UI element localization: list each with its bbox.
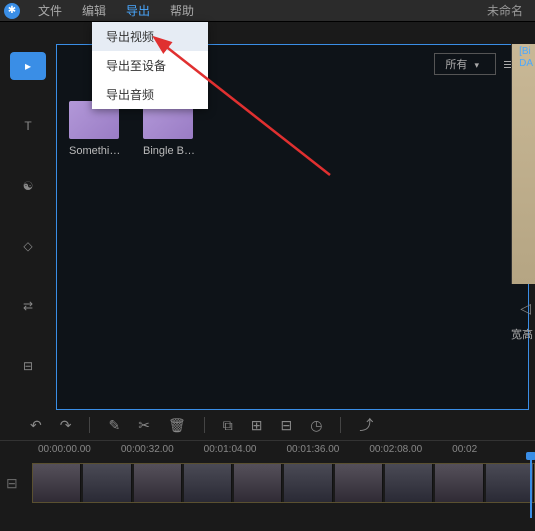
menu-help[interactable]: 帮助 <box>160 0 204 22</box>
text-tab-icon[interactable]: T <box>10 112 46 140</box>
clip[interactable] <box>486 464 534 502</box>
grid-icon[interactable]: ⊟ <box>280 417 292 434</box>
menu-edit[interactable]: 编辑 <box>72 0 116 22</box>
separator <box>340 417 341 433</box>
share-icon[interactable]: ⤴ <box>359 415 373 435</box>
clip[interactable] <box>335 464 383 502</box>
clip[interactable] <box>83 464 131 502</box>
ruler-tick: 00:01:36.00 <box>286 444 369 455</box>
clip[interactable] <box>234 464 282 502</box>
left-tool-rail: ▸ T ☯ ◇ ⇄ ⊟ <box>0 22 56 410</box>
filter-select[interactable]: 所有 ▾ <box>434 53 496 75</box>
filter-label: 所有 <box>445 59 467 71</box>
export-dropdown: 导出视频 导出至设备 导出音频 <box>92 22 208 109</box>
media-thumb[interactable]: Something... <box>69 101 123 157</box>
clip[interactable] <box>184 464 232 502</box>
app-logo-icon: ✱ <box>4 3 20 19</box>
clip-tab-icon[interactable]: ⊟ <box>10 352 46 380</box>
export-video-item[interactable]: 导出视频 <box>92 22 208 51</box>
clip[interactable] <box>33 464 81 502</box>
export-device-item[interactable]: 导出至设备 <box>92 51 208 80</box>
menubar: ✱ 文件 编辑 导出 帮助 未命名 <box>0 0 535 22</box>
clip[interactable] <box>385 464 433 502</box>
cut-icon[interactable]: ✂ <box>138 417 150 434</box>
playhead[interactable] <box>530 458 532 518</box>
ruler-tick: 00:02:08.00 <box>369 444 452 455</box>
menu-export[interactable]: 导出 <box>116 0 160 22</box>
edit-toolbar: ↶ ↷ ✎ ✂ 🗑 ⧉ ⊞ ⊟ ◷ ⤴ <box>0 410 535 440</box>
separator <box>204 417 205 433</box>
menu-file[interactable]: 文件 <box>28 0 72 22</box>
chevron-down-icon: ▾ <box>474 60 479 70</box>
ruler-tick: 00:00:00.00 <box>38 444 121 455</box>
clip[interactable] <box>435 464 483 502</box>
thumb-label: Bingle Ban... <box>143 145 197 157</box>
clip[interactable] <box>134 464 182 502</box>
thumb-label: Something... <box>69 145 123 157</box>
preview-tag: [BiDA <box>517 44 535 72</box>
delete-icon[interactable]: 🗑 <box>168 417 186 434</box>
preview-pane <box>511 44 535 284</box>
export-audio-item[interactable]: 导出音频 <box>92 80 208 109</box>
media-thumb[interactable]: Bingle Ban... <box>143 101 197 157</box>
transition-tab-icon[interactable]: ⇄ <box>10 292 46 320</box>
layers-tab-icon[interactable]: ◇ <box>10 232 46 260</box>
timeline-track: ⊟ <box>0 458 535 508</box>
edit-icon[interactable]: ✎ <box>108 417 120 434</box>
ruler-tick: 00:01:04.00 <box>204 444 287 455</box>
document-title: 未命名 <box>487 2 531 19</box>
effects-tab-icon[interactable]: ☯ <box>10 172 46 200</box>
separator <box>89 417 90 433</box>
clip[interactable] <box>284 464 332 502</box>
ruler-tick: 00:00:32.00 <box>121 444 204 455</box>
clip-strip[interactable] <box>32 463 535 503</box>
time-icon[interactable]: ◷ <box>310 417 322 434</box>
video-track-icon[interactable]: ⊟ <box>6 475 32 492</box>
crop-icon[interactable]: ⧉ <box>223 417 233 434</box>
timeline-ruler[interactable]: 00:00:00.00 00:00:32.00 00:01:04.00 00:0… <box>0 440 535 458</box>
ruler-tick: 00:02 <box>452 444 535 455</box>
redo-icon[interactable]: ↷ <box>60 417 72 434</box>
preview-dimensions-label: 宽高 <box>511 326 533 342</box>
media-tab-icon[interactable]: ▸ <box>10 52 46 80</box>
preview-sound-icon[interactable]: ◁ <box>520 300 531 317</box>
add-box-icon[interactable]: ⊞ <box>251 417 263 434</box>
undo-icon[interactable]: ↶ <box>30 417 42 434</box>
